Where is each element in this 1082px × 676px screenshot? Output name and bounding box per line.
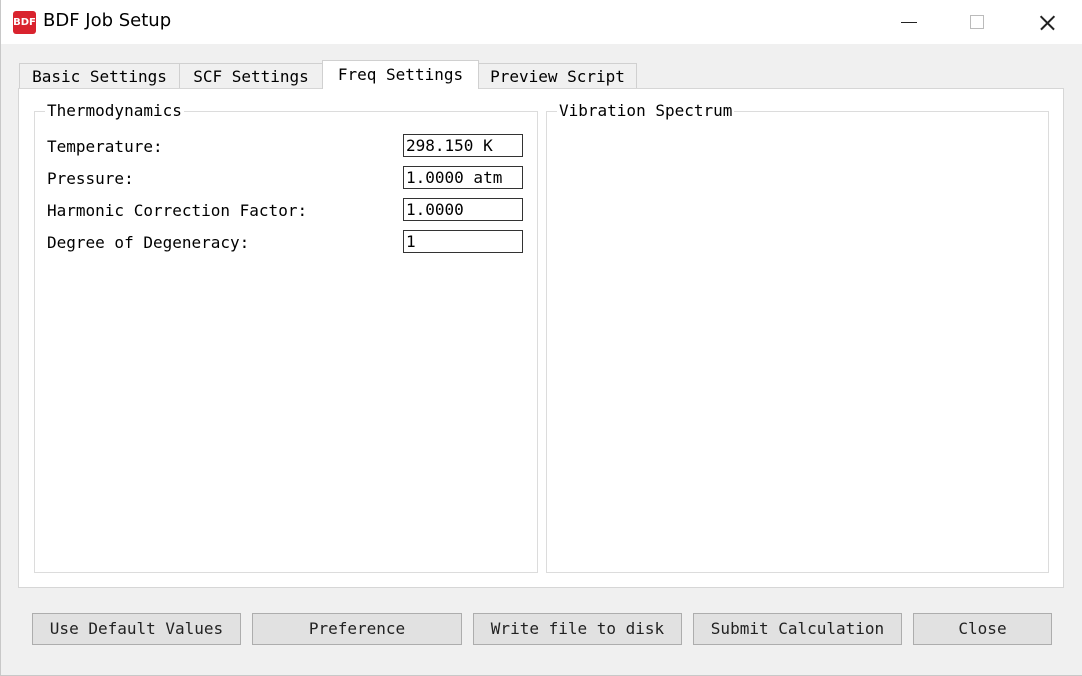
- close-window-icon[interactable]: [1024, 0, 1070, 44]
- temperature-input[interactable]: [403, 134, 523, 157]
- title-bar: BDF BDF Job Setup: [1, 0, 1082, 44]
- temperature-label: Temperature:: [47, 137, 163, 156]
- maximize-icon[interactable]: [954, 0, 1000, 44]
- window-title: BDF Job Setup: [43, 10, 172, 31]
- pressure-input[interactable]: [403, 166, 523, 189]
- tab-basic-settings[interactable]: Basic Settings: [19, 63, 180, 88]
- preference-button[interactable]: Preference: [252, 613, 462, 645]
- minimize-icon[interactable]: [885, 0, 931, 44]
- tab-preview-script[interactable]: Preview Script: [478, 63, 637, 88]
- thermodynamics-title: Thermodynamics: [45, 101, 184, 120]
- use-default-values-button[interactable]: Use Default Values: [32, 613, 241, 645]
- harmonic-correction-input[interactable]: [403, 198, 523, 221]
- degeneracy-label: Degree of Degeneracy:: [47, 233, 250, 252]
- submit-calculation-button[interactable]: Submit Calculation: [693, 613, 902, 645]
- thermodynamics-group: Thermodynamics Temperature: Pressure: Ha…: [34, 102, 538, 573]
- freq-settings-panel: Thermodynamics Temperature: Pressure: Ha…: [18, 88, 1064, 588]
- degeneracy-input[interactable]: [403, 230, 523, 253]
- harmonic-correction-label: Harmonic Correction Factor:: [47, 201, 308, 220]
- vibration-spectrum-title: Vibration Spectrum: [557, 101, 735, 120]
- pressure-label: Pressure:: [47, 169, 134, 188]
- close-button[interactable]: Close: [913, 613, 1052, 645]
- bdf-app-icon: BDF: [13, 11, 36, 34]
- vibration-spectrum-group: Vibration Spectrum: [546, 102, 1049, 573]
- tab-scf-settings[interactable]: SCF Settings: [179, 63, 323, 88]
- tab-freq-settings[interactable]: Freq Settings: [322, 60, 479, 89]
- write-file-button[interactable]: Write file to disk: [473, 613, 682, 645]
- main-window: BDF BDF Job Setup Basic Settings SCF Set…: [0, 0, 1082, 676]
